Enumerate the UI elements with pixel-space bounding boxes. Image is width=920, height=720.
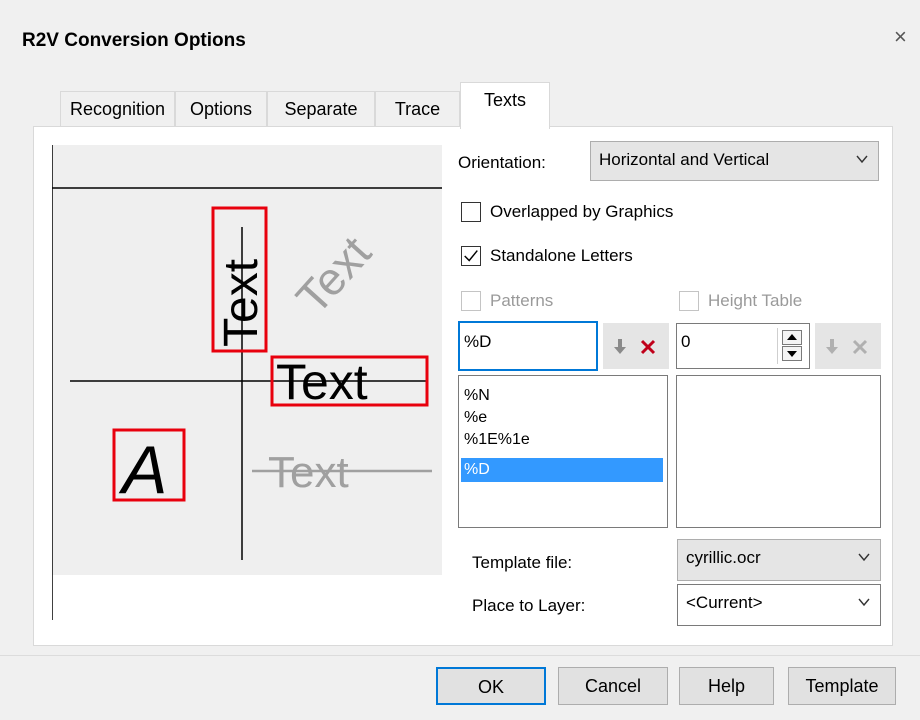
patterns-list[interactable]: %N %e %1E%1e %D [458,375,668,528]
height-table-value: 0 [681,332,691,351]
arrow-down-icon[interactable] [613,339,627,355]
height-table-list[interactable] [676,375,881,528]
tab-options[interactable]: Options [175,91,267,127]
pattern-input[interactable]: %D [458,321,598,371]
list-item[interactable]: %e [461,406,663,430]
close-icon[interactable]: × [894,26,907,48]
height-table-input[interactable]: 0 [676,323,810,369]
pattern-actions [603,323,669,369]
place-to-layer-label: Place to Layer: [472,596,586,615]
standalone-label: Standalone Letters [490,246,633,265]
tab-label: Texts [483,90,526,110]
chevron-down-icon [858,553,870,562]
preview-canvas-bottom [52,575,442,620]
horizontal-sample-text: Text [276,354,368,410]
place-to-layer-value: <Current> [686,593,763,612]
spin-down-icon[interactable] [782,346,802,361]
overlapped-checkbox[interactable] [461,202,481,222]
template-file-value: cyrillic.ocr [686,548,761,567]
list-item[interactable]: %1E%1e [461,428,663,452]
list-item-selected[interactable]: %D [461,458,663,482]
overlapped-sample-text: Text [268,448,349,497]
tab-label: Trace [394,99,441,119]
orientation-label: Orientation: [458,153,546,172]
arrow-down-icon[interactable] [825,339,839,355]
standalone-checkbox[interactable] [461,246,481,266]
overlapped-label: Overlapped by Graphics [490,202,674,221]
checkmark-icon [464,250,478,262]
height-table-label: Height Table [708,291,803,310]
height-table-checkbox[interactable] [679,291,699,311]
template-file-dropdown[interactable]: cyrillic.ocr [677,539,881,581]
spin-up-icon[interactable] [782,330,802,345]
chevron-down-icon [858,598,870,607]
standalone-letter-sample: A [118,432,167,508]
pattern-input-value: %D [464,332,492,351]
tab-texts[interactable]: Texts [460,82,550,129]
template-button[interactable]: Template [788,667,896,705]
list-item[interactable]: %N [461,384,663,408]
tab-label: Recognition [69,99,166,119]
spin-control[interactable] [777,328,805,364]
tab-label: Separate [284,99,358,119]
height-table-actions [815,323,881,369]
patterns-label: Patterns [490,291,554,310]
ok-button[interactable]: OK [436,667,546,705]
tab-trace[interactable]: Trace [375,91,460,127]
tab-label: Options [189,99,253,119]
cancel-button[interactable]: Cancel [558,667,668,705]
window-title: R2V Conversion Options [22,30,246,51]
template-file-label: Template file: [472,553,573,572]
place-to-layer-dropdown[interactable]: <Current> [677,584,881,626]
patterns-checkbox[interactable] [461,291,481,311]
tab-separate[interactable]: Separate [267,91,375,127]
delete-icon[interactable] [640,339,656,355]
delete-icon[interactable] [852,339,868,355]
orientation-dropdown[interactable]: Horizontal and Vertical [590,141,879,181]
vertical-sample-text: Text [215,259,268,347]
orientation-value: Horizontal and Vertical [599,150,770,169]
help-button[interactable]: Help [679,667,774,705]
chevron-down-icon [856,155,868,164]
tab-recognition[interactable]: Recognition [60,91,175,127]
text-recognition-preview: Text Text Text A Text [52,145,442,620]
